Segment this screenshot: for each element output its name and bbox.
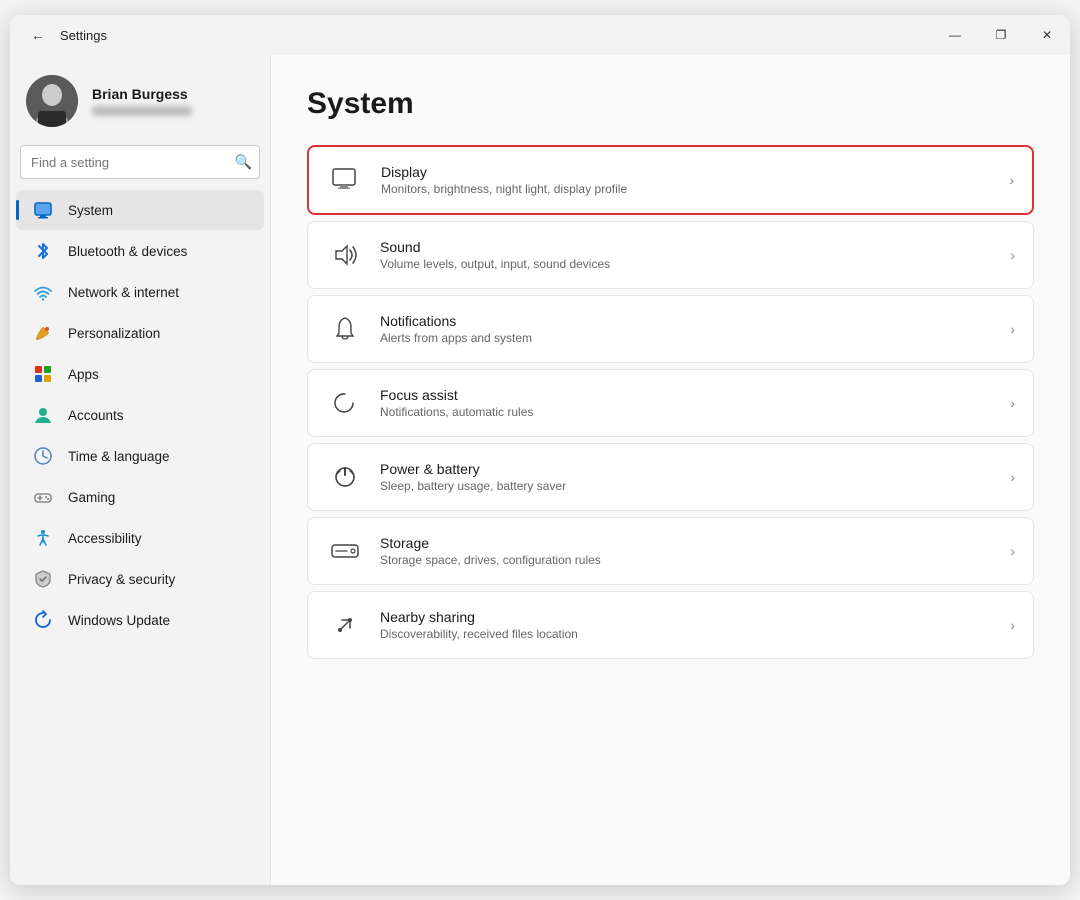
power-title: Power & battery [380, 461, 1002, 477]
display-chevron: › [1009, 172, 1014, 188]
focus-desc: Notifications, automatic rules [380, 405, 1002, 419]
sound-desc: Volume levels, output, input, sound devi… [380, 257, 1002, 271]
profile-info: Brian Burgess [92, 86, 192, 116]
minimize-button[interactable]: — [932, 15, 978, 55]
sidebar-item-apps-label: Apps [68, 367, 99, 382]
system-icon [32, 199, 54, 221]
storage-icon [326, 532, 364, 570]
network-icon [32, 281, 54, 303]
storage-desc: Storage space, drives, configuration rul… [380, 553, 1002, 567]
notifications-desc: Alerts from apps and system [380, 331, 1002, 345]
sound-icon [326, 236, 364, 274]
sound-title: Sound [380, 239, 1002, 255]
focus-icon [326, 384, 364, 422]
bluetooth-icon [32, 240, 54, 262]
accessibility-icon [32, 527, 54, 549]
focus-chevron: › [1010, 395, 1015, 411]
close-button[interactable]: ✕ [1024, 15, 1070, 55]
settings-item-power[interactable]: Power & battery Sleep, battery usage, ba… [307, 443, 1034, 511]
settings-item-display[interactable]: Display Monitors, brightness, night ligh… [307, 145, 1034, 215]
sidebar-nav: System Bluetooth & devices [10, 189, 270, 875]
sidebar-item-gaming-label: Gaming [68, 490, 115, 505]
settings-item-notifications[interactable]: Notifications Alerts from apps and syste… [307, 295, 1034, 363]
privacy-icon [32, 568, 54, 590]
notifications-text: Notifications Alerts from apps and syste… [380, 313, 1002, 345]
sidebar-item-windowsupdate[interactable]: Windows Update [16, 600, 264, 640]
nearby-text: Nearby sharing Discoverability, received… [380, 609, 1002, 641]
apps-icon [32, 363, 54, 385]
sidebar-item-time[interactable]: Time & language [16, 436, 264, 476]
power-chevron: › [1010, 469, 1015, 485]
nearby-icon [326, 606, 364, 644]
back-button[interactable]: ← [24, 21, 52, 49]
storage-title: Storage [380, 535, 1002, 551]
sidebar-item-bluetooth[interactable]: Bluetooth & devices [16, 231, 264, 271]
titlebar: ← Settings — ❐ ✕ [10, 15, 1070, 55]
notifications-chevron: › [1010, 321, 1015, 337]
display-text: Display Monitors, brightness, night ligh… [381, 164, 1001, 196]
gaming-icon [32, 486, 54, 508]
sidebar-item-bluetooth-label: Bluetooth & devices [68, 244, 187, 259]
sidebar-item-system-label: System [68, 203, 113, 218]
sidebar-item-accessibility-label: Accessibility [68, 531, 142, 546]
sidebar-item-personalization[interactable]: Personalization [16, 313, 264, 353]
sidebar-item-windowsupdate-label: Windows Update [68, 613, 170, 628]
focus-title: Focus assist [380, 387, 1002, 403]
settings-item-sound[interactable]: Sound Volume levels, output, input, soun… [307, 221, 1034, 289]
time-icon [32, 445, 54, 467]
main-panel: System Display Monitors, brightness, nig… [270, 55, 1070, 885]
notifications-title: Notifications [380, 313, 1002, 329]
search-container: 🔍 [20, 145, 260, 179]
nearby-desc: Discoverability, received files location [380, 627, 1002, 641]
sidebar-item-time-label: Time & language [68, 449, 170, 464]
avatar [26, 75, 78, 127]
main-content: Brian Burgess 🔍 [10, 55, 1070, 885]
sidebar-item-apps[interactable]: Apps [16, 354, 264, 394]
sidebar: Brian Burgess 🔍 [10, 55, 270, 885]
nearby-chevron: › [1010, 617, 1015, 633]
settings-list: Display Monitors, brightness, night ligh… [307, 145, 1034, 659]
update-icon [32, 609, 54, 631]
display-title: Display [381, 164, 1001, 180]
power-desc: Sleep, battery usage, battery saver [380, 479, 1002, 493]
settings-window: ← Settings — ❐ ✕ [10, 15, 1070, 885]
profile-email [92, 106, 192, 116]
profile-section: Brian Burgess [10, 65, 270, 145]
display-icon [327, 161, 365, 199]
power-icon [326, 458, 364, 496]
profile-name: Brian Burgess [92, 86, 192, 102]
settings-item-storage[interactable]: Storage Storage space, drives, configura… [307, 517, 1034, 585]
notifications-icon [326, 310, 364, 348]
sidebar-item-privacy-label: Privacy & security [68, 572, 175, 587]
sidebar-item-personalization-label: Personalization [68, 326, 160, 341]
sidebar-item-network[interactable]: Network & internet [16, 272, 264, 312]
sidebar-item-accessibility[interactable]: Accessibility [16, 518, 264, 558]
accounts-icon [32, 404, 54, 426]
sidebar-item-accounts-label: Accounts [68, 408, 124, 423]
display-desc: Monitors, brightness, night light, displ… [381, 182, 1001, 196]
window-controls: — ❐ ✕ [932, 15, 1070, 55]
sidebar-item-gaming[interactable]: Gaming [16, 477, 264, 517]
settings-item-focus[interactable]: Focus assist Notifications, automatic ru… [307, 369, 1034, 437]
sidebar-item-system[interactable]: System [16, 190, 264, 230]
page-title: System [307, 87, 1034, 121]
storage-text: Storage Storage space, drives, configura… [380, 535, 1002, 567]
power-text: Power & battery Sleep, battery usage, ba… [380, 461, 1002, 493]
storage-chevron: › [1010, 543, 1015, 559]
nearby-title: Nearby sharing [380, 609, 1002, 625]
sidebar-item-accounts[interactable]: Accounts [16, 395, 264, 435]
search-input[interactable] [20, 145, 260, 179]
personalization-icon [32, 322, 54, 344]
settings-item-nearby[interactable]: Nearby sharing Discoverability, received… [307, 591, 1034, 659]
sidebar-item-privacy[interactable]: Privacy & security [16, 559, 264, 599]
avatar-image [26, 75, 78, 127]
maximize-button[interactable]: ❐ [978, 15, 1024, 55]
focus-text: Focus assist Notifications, automatic ru… [380, 387, 1002, 419]
sound-chevron: › [1010, 247, 1015, 263]
window-title: Settings [60, 28, 107, 43]
sidebar-item-network-label: Network & internet [68, 285, 179, 300]
sound-text: Sound Volume levels, output, input, soun… [380, 239, 1002, 271]
